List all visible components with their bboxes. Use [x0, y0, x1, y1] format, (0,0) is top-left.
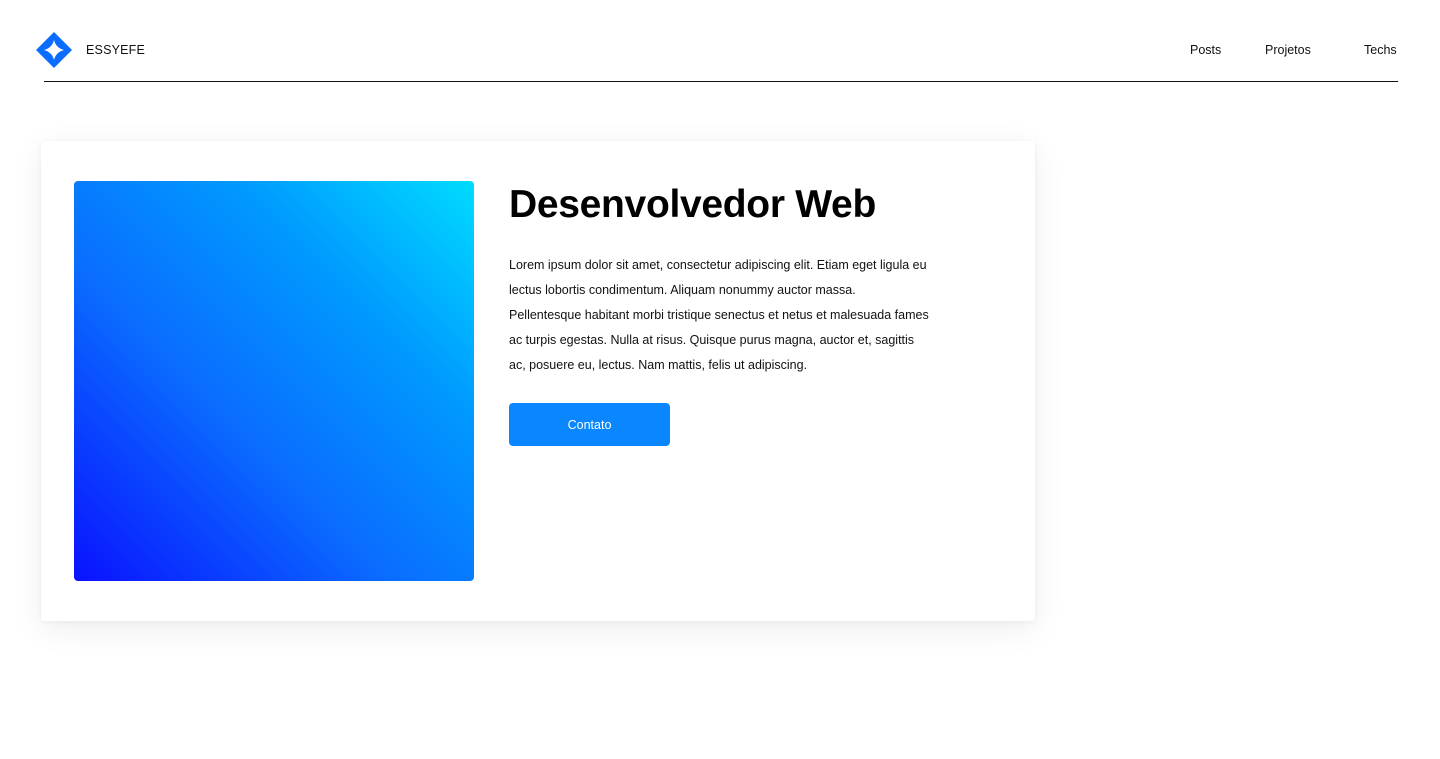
nav-link-techs[interactable]: Techs	[1364, 43, 1397, 57]
page: ESSYEFE Posts Projetos Techs Desenvolved…	[0, 0, 1440, 759]
nav-link-posts[interactable]: Posts	[1190, 43, 1221, 57]
site-header: ESSYEFE Posts Projetos Techs	[36, 0, 1398, 82]
hero-gradient-image	[74, 181, 474, 581]
brand-name[interactable]: ESSYEFE	[86, 43, 145, 57]
diamond-star-logo-icon[interactable]	[36, 32, 72, 68]
contact-button[interactable]: Contato	[509, 403, 670, 446]
hero-description: Lorem ipsum dolor sit amet, consectetur …	[509, 258, 929, 372]
hero-title: Desenvolvedor Web	[509, 183, 876, 226]
nav-link-projetos[interactable]: Projetos	[1265, 43, 1311, 57]
hero-card: Desenvolvedor Web Lorem ipsum dolor sit …	[41, 141, 1035, 621]
